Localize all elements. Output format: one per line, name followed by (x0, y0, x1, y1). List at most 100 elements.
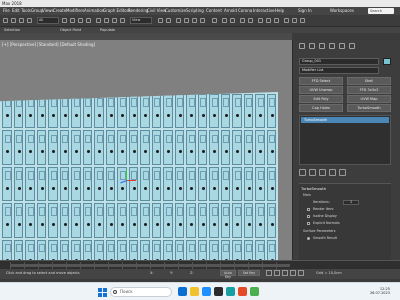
link-icon[interactable] (19, 18, 24, 23)
create-tab-icon[interactable] (299, 43, 305, 49)
rotate-icon[interactable] (104, 18, 109, 23)
undo-icon[interactable] (3, 18, 8, 23)
configure-sets-icon[interactable] (339, 169, 346, 176)
menu-corona[interactable]: Corona (238, 7, 252, 15)
modifier-stack[interactable]: TurboSmooth (299, 115, 391, 165)
menu-sign-in[interactable]: Sign In (298, 7, 312, 15)
chrome-icon[interactable] (250, 287, 259, 296)
ribbon-toggle-icon[interactable] (248, 18, 253, 23)
pin-stack-icon[interactable] (299, 169, 306, 176)
windows-start-icon[interactable] (98, 288, 107, 297)
locker-grid[interactable] (0, 92, 278, 260)
menu-interactive[interactable]: Interactive (253, 7, 275, 15)
modifier-button[interactable]: TurboSmooth (347, 104, 391, 112)
store-icon[interactable] (214, 287, 223, 296)
render-icon[interactable] (300, 18, 305, 23)
redo-icon[interactable] (11, 18, 16, 23)
menu-graph-editors[interactable]: Graph Editors (103, 7, 130, 15)
curve-editor-icon[interactable] (258, 18, 263, 23)
move-icon[interactable] (96, 18, 101, 23)
unlink-icon[interactable] (27, 18, 32, 23)
edge-icon[interactable] (202, 287, 211, 296)
window-crossing-icon[interactable] (86, 18, 91, 23)
3ds-max-icon[interactable] (226, 287, 235, 296)
viewport-label[interactable]: [+] [Perspective] [Standard] [Default Sh… (2, 42, 95, 47)
smooth-result-radio[interactable] (307, 237, 310, 240)
menu-content[interactable]: Content (206, 7, 222, 15)
render-iters-checkbox[interactable] (307, 208, 310, 211)
modifier-button[interactable]: FFD Select (299, 77, 343, 85)
photoshop-icon[interactable] (238, 287, 247, 296)
auto-key-button[interactable]: Auto Key (220, 270, 236, 279)
placement-icon[interactable] (120, 18, 125, 23)
menu-views[interactable]: Views (42, 7, 54, 15)
taskbar-search-input[interactable]: Поиск (110, 287, 172, 297)
modifier-button[interactable]: UVW Unwrap (299, 86, 343, 94)
modifier-button[interactable]: Cap Holes (299, 104, 343, 112)
layer-explorer-icon[interactable] (240, 18, 245, 23)
angle-snap-icon[interactable] (184, 18, 189, 23)
transform-gizmo-icon[interactable] (120, 170, 136, 188)
file-explorer-icon[interactable] (190, 287, 199, 296)
rendered-frame-icon[interactable] (292, 18, 297, 23)
menu-scripting[interactable]: Scripting (186, 7, 204, 15)
select-manipulate-icon[interactable] (166, 18, 171, 23)
make-unique-icon[interactable] (319, 169, 326, 176)
remove-modifier-icon[interactable] (329, 169, 336, 176)
utilities-tab-icon[interactable] (349, 43, 355, 49)
prev-frame-icon[interactable] (274, 270, 280, 276)
gizmo-x-axis[interactable] (126, 180, 136, 181)
menu-arnold[interactable]: Arnold (224, 7, 237, 15)
menu-edit[interactable]: Edit (12, 7, 20, 15)
go-to-start-icon[interactable] (266, 270, 272, 276)
menu-workspaces[interactable]: Workspaces (330, 7, 354, 15)
mirror-icon[interactable] (222, 18, 227, 23)
selection-filter-dropdown[interactable]: All (37, 17, 59, 24)
schematic-view-icon[interactable] (266, 18, 271, 23)
menu-tools[interactable]: Tools (21, 7, 31, 15)
menu-create[interactable]: Create (53, 7, 66, 15)
modifier-button[interactable]: Edit Poly (299, 95, 343, 103)
menu-animation[interactable]: Animation (84, 7, 104, 15)
timeline-track[interactable] (10, 264, 290, 267)
set-key-button[interactable]: Set Key (238, 270, 260, 276)
modifier-list-dropdown[interactable]: Modifier List (299, 67, 379, 74)
snap-3d-icon[interactable] (176, 18, 181, 23)
region-select-icon[interactable] (78, 18, 83, 23)
hierarchy-tab-icon[interactable] (319, 43, 325, 49)
modify-tab-icon[interactable] (309, 43, 315, 49)
object-name-field[interactable]: Group_001 (299, 58, 379, 65)
show-end-result-icon[interactable] (309, 169, 316, 176)
menu-file[interactable]: File (3, 7, 10, 15)
modifier-button[interactable]: Shell (347, 77, 391, 85)
menu-customize[interactable]: Customize (165, 7, 186, 15)
align-icon[interactable] (230, 18, 235, 23)
iterations-spinner[interactable]: 1 (343, 200, 359, 205)
menu-rendering[interactable]: Rendering (128, 7, 148, 15)
go-to-end-icon[interactable] (298, 270, 304, 276)
render-setup-icon[interactable] (284, 18, 289, 23)
next-frame-icon[interactable] (290, 270, 296, 276)
motion-tab-icon[interactable] (329, 43, 335, 49)
stack-entry-turbosmooth[interactable]: TurboSmooth (301, 117, 389, 123)
task-view-icon[interactable] (178, 287, 187, 296)
menu-modifiers[interactable]: Modifiers (66, 7, 84, 15)
object-color-swatch[interactable] (383, 58, 391, 65)
percent-snap-icon[interactable] (192, 18, 197, 23)
modifier-button[interactable]: UVW Map (347, 95, 391, 103)
play-icon[interactable] (282, 270, 288, 276)
select-object-icon[interactable] (62, 18, 67, 23)
system-clock[interactable]: 12:25 26.07.2023 (350, 287, 390, 295)
select-by-name-icon[interactable] (70, 18, 75, 23)
perspective-viewport[interactable]: [+] [Perspective] [Standard] [Default Sh… (0, 40, 292, 260)
time-slider[interactable] (0, 260, 400, 269)
pivot-icon[interactable] (158, 18, 163, 23)
spinner-snap-icon[interactable] (200, 18, 205, 23)
display-tab-icon[interactable] (339, 43, 345, 49)
search-input[interactable]: Search (368, 8, 394, 14)
named-selection-icon[interactable] (212, 18, 217, 23)
explicit-normals-checkbox[interactable] (307, 222, 310, 225)
modifier-button[interactable]: FFD 3x3x3 (347, 86, 391, 94)
reference-coord-dropdown[interactable]: View (130, 17, 152, 24)
scale-icon[interactable] (112, 18, 117, 23)
